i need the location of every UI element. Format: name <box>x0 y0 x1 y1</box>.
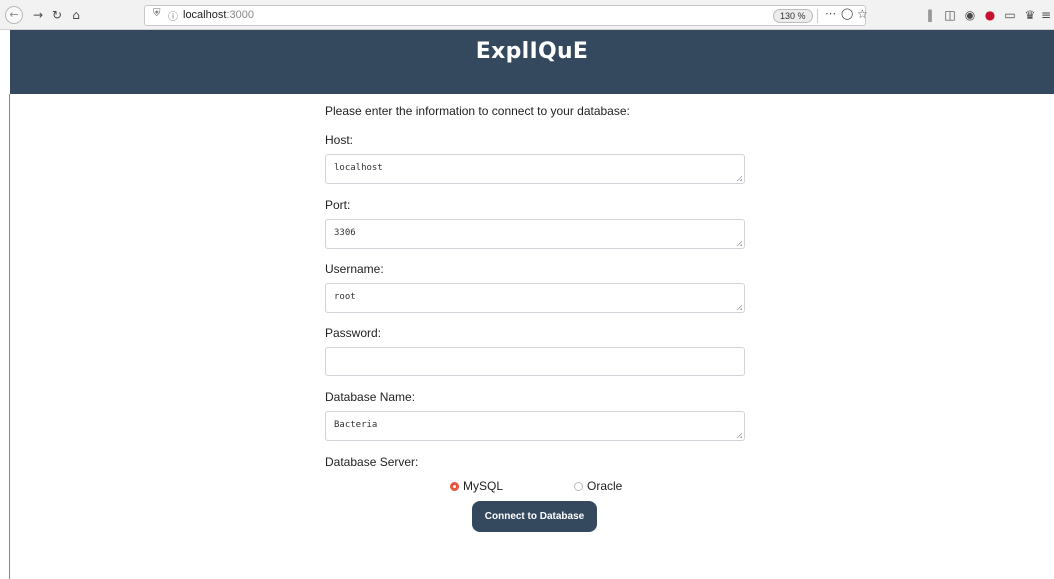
radio-mysql-label: MySQL <box>463 479 504 493</box>
port-value: 3306 <box>334 228 356 238</box>
url-port: :3000 <box>226 9 254 21</box>
host-input[interactable]: localhost <box>325 154 745 184</box>
bookmark-star-icon[interactable]: ☆ <box>857 7 868 21</box>
pocket-icon[interactable]: ◯ <box>841 7 853 20</box>
username-value: root <box>334 292 356 302</box>
radio-unchecked-icon[interactable] <box>574 481 583 491</box>
left-border <box>9 94 10 579</box>
resize-grip-icon[interactable] <box>736 432 742 438</box>
extension-icon[interactable]: ♛ <box>1022 7 1038 23</box>
library-icon[interactable]: ‖ <box>922 7 938 23</box>
tracking-shield-icon[interactable]: ⛨ <box>153 8 161 19</box>
database-server-radio-group: MySQL Oracle <box>325 478 745 494</box>
url-text[interactable]: localhost:3000 <box>183 9 254 21</box>
password-input[interactable] <box>325 347 745 376</box>
reader-icon[interactable]: ▭ <box>1002 7 1018 23</box>
menu-icon[interactable]: ≡ <box>1038 7 1054 23</box>
connect-to-database-button[interactable]: Connect to Database <box>472 501 597 532</box>
url-bar[interactable]: ⛨ ⓘ localhost:3000 130 % ⋯ ◯ ☆ <box>144 5 868 26</box>
reload-icon[interactable]: ↻ <box>49 7 65 23</box>
back-icon[interactable]: ← <box>5 6 23 24</box>
form-intro: Please enter the information to connect … <box>325 104 630 118</box>
page-actions-icon[interactable]: ⋯ <box>825 7 836 20</box>
urlbar-divider <box>817 9 818 23</box>
host-value: localhost <box>334 163 383 173</box>
database-server-label: Database Server: <box>325 455 419 469</box>
username-label: Username: <box>325 262 384 276</box>
radio-oracle[interactable]: Oracle <box>574 478 622 494</box>
resize-grip-icon[interactable] <box>736 304 742 310</box>
host-label: Host: <box>325 133 354 147</box>
zoom-level-badge[interactable]: 130 % <box>773 9 813 23</box>
radio-oracle-label: Oracle <box>587 479 623 493</box>
port-label: Port: <box>325 198 351 212</box>
ublock-icon[interactable]: ● <box>982 7 998 23</box>
sidebar-icon[interactable]: ◫ <box>942 7 958 23</box>
site-info-icon[interactable]: ⓘ <box>168 8 178 23</box>
browser-toolbar: ← → ↻ ⌂ ⛨ ⓘ localhost:3000 130 % ⋯ ◯ ☆ ‖… <box>0 0 1054 30</box>
app-header: ExplIQuE <box>10 30 1054 94</box>
resize-grip-icon[interactable] <box>736 240 742 246</box>
forward-icon[interactable]: → <box>30 7 46 23</box>
radio-checked-icon[interactable] <box>450 481 459 491</box>
account-icon[interactable]: ◉ <box>962 7 978 23</box>
password-label: Password: <box>325 326 382 340</box>
app-title: ExplIQuE <box>475 39 589 64</box>
home-icon[interactable]: ⌂ <box>68 7 84 23</box>
database-name-input[interactable]: Bacteria <box>325 411 745 441</box>
username-input[interactable]: root <box>325 283 745 313</box>
url-host: localhost <box>183 9 227 21</box>
resize-grip-icon[interactable] <box>736 175 742 181</box>
radio-mysql[interactable]: MySQL <box>450 478 503 494</box>
database-name-label: Database Name: <box>325 390 416 404</box>
database-name-value: Bacteria <box>334 420 378 430</box>
port-input[interactable]: 3306 <box>325 219 745 249</box>
